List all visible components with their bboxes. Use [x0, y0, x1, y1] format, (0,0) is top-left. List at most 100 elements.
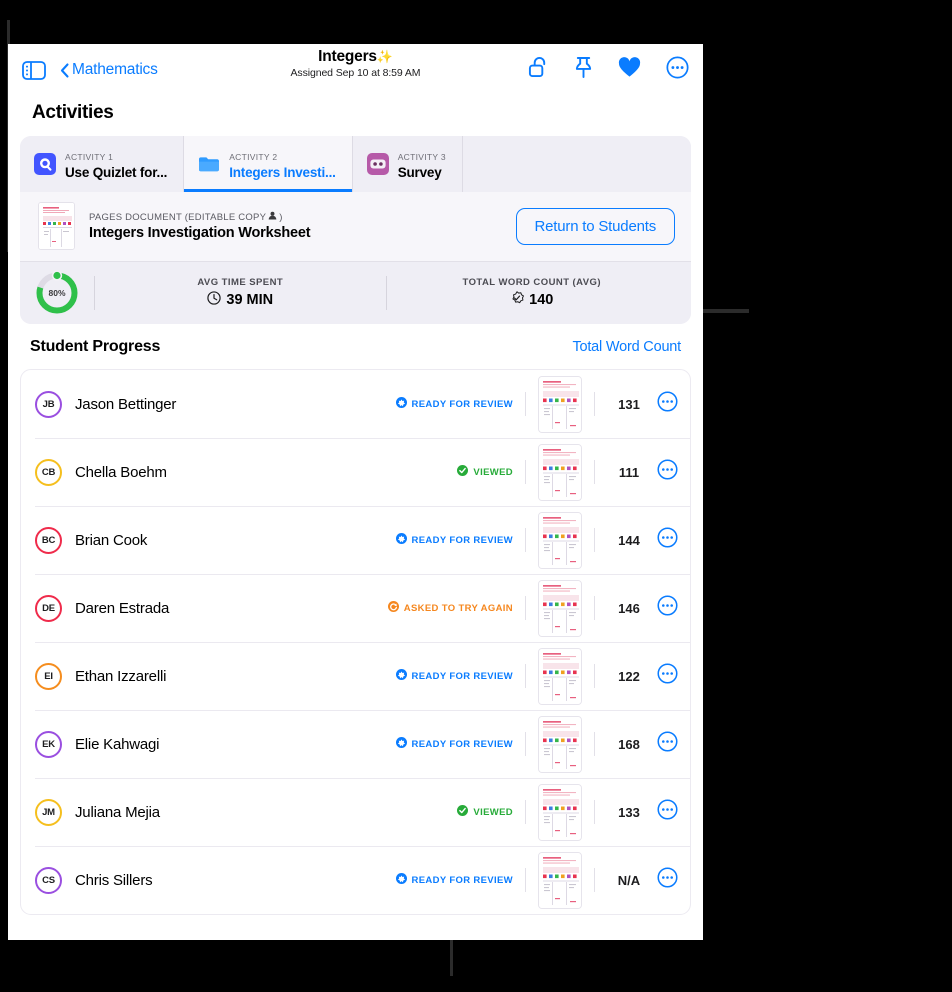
row-more-options-button[interactable] [657, 799, 678, 825]
row-more-options-button[interactable] [657, 867, 678, 893]
table-row-4[interactable]: EI Ethan Izzarelli READY FOR REVIEW 122 [21, 642, 690, 710]
status-icon [395, 669, 407, 683]
survey-icon [366, 153, 389, 175]
status-label: READY FOR REVIEW [411, 670, 513, 682]
chevron-left-icon [60, 62, 69, 78]
activity-tab-3-text: ACTIVITY 3 Survey [398, 147, 446, 181]
student-work-thumbnail[interactable] [538, 851, 582, 909]
row-divider-left [525, 868, 526, 892]
activity-tab-1[interactable]: ACTIVITY 1 Use Quizlet for... [20, 136, 185, 192]
row-more-options-button[interactable] [657, 391, 678, 417]
folder-icon [198, 153, 220, 175]
word-count-value: 144 [618, 532, 640, 548]
document-thumbnail[interactable] [38, 202, 75, 250]
activity-tab-3-label: Survey [397, 165, 442, 181]
row-divider-right [594, 800, 595, 824]
status-label: ASKED TO TRY AGAIN [403, 602, 513, 614]
status-label: READY FOR REVIEW [411, 874, 513, 886]
table-row-6[interactable]: JM Juliana Mejia VIEWED 133 [21, 778, 690, 846]
more-circle-icon[interactable] [666, 56, 689, 84]
document-kicker: PAGES DOCUMENT (EDITABLE COPY ) [89, 211, 310, 223]
screenshot-root: Mathematics Integers✨ Assigned Sep 10 at… [0, 0, 952, 992]
student-name: Chella Boehm [75, 463, 167, 481]
student-name: Elie Kahwagi [75, 735, 160, 753]
activity-tab-1-kicker: ACTIVITY 1 [65, 152, 114, 163]
activity-tab-2[interactable]: ACTIVITY 2 Integers Investi... [184, 136, 353, 192]
status-badge: ASKED TO TRY AGAIN [387, 601, 513, 615]
stat-total-word-count: TOTAL WORD COUNT (AVG) 140 [387, 277, 678, 309]
student-work-thumbnail[interactable] [538, 783, 582, 841]
student-work-thumbnail[interactable] [538, 579, 582, 637]
status-badge: VIEWED [457, 465, 513, 479]
avatar: CB [35, 458, 62, 486]
word-count-value: 133 [618, 804, 640, 820]
row-divider-left [525, 800, 526, 824]
unlock-icon[interactable] [528, 56, 549, 84]
table-row-1[interactable]: CB Chella Boehm VIEWED 111 [21, 438, 690, 506]
activities-section-title: Activities [32, 102, 114, 123]
row-divider-right [594, 528, 595, 552]
table-row-0[interactable]: JB Jason Bettinger READY FOR REVIEW 131 [21, 370, 690, 438]
document-kicker-text: PAGES DOCUMENT (EDITABLE COPY [89, 211, 267, 223]
clock-icon [207, 291, 222, 309]
total-word-count-sort-link[interactable]: Total Word Count [572, 339, 681, 355]
navbar-actions [528, 56, 689, 84]
document-meta: PAGES DOCUMENT (EDITABLE COPY ) Integers… [89, 211, 311, 242]
sidebar-icon[interactable] [22, 60, 46, 80]
navigation-bar: Mathematics Integers✨ Assigned Sep 10 at… [8, 44, 703, 96]
word-count-value: 111 [618, 464, 640, 480]
student-work-thumbnail[interactable] [538, 715, 582, 773]
row-more-options-button[interactable] [657, 663, 678, 689]
document-row: PAGES DOCUMENT (EDITABLE COPY ) Integers… [20, 192, 691, 262]
pin-icon[interactable] [574, 56, 593, 84]
stat-avg-time-spent: AVG TIME SPENT 39 MIN [95, 277, 386, 309]
row-divider-right [594, 596, 595, 620]
activity-tab-2-kicker: ACTIVITY 2 [229, 152, 278, 163]
activity-tab-2-label: Integers Investi... [229, 165, 336, 181]
status-icon [395, 533, 407, 547]
row-divider-left [525, 664, 526, 688]
page-title-text: Integers [318, 48, 377, 65]
row-divider-right [594, 392, 595, 416]
status-icon [387, 601, 399, 615]
avatar: JM [35, 798, 62, 826]
student-name: Daren Estrada [75, 599, 170, 617]
status-label: READY FOR REVIEW [411, 534, 513, 546]
activity-tabs-filler [463, 136, 691, 192]
table-row-3[interactable]: DE Daren Estrada ASKED TO TRY AGAIN 146 [21, 574, 690, 642]
student-work-thumbnail[interactable] [538, 443, 582, 501]
stat-word-count-value: 140 [529, 292, 554, 308]
return-to-students-button[interactable]: Return to Students [515, 207, 675, 245]
student-work-thumbnail[interactable] [538, 511, 582, 569]
row-divider-right [594, 732, 595, 756]
back-button[interactable]: Mathematics [60, 61, 158, 79]
student-progress-header: Student Progress Total Word Count [8, 324, 703, 369]
table-row-7[interactable]: CS Chris Sillers READY FOR REVIEW N/A [21, 846, 690, 914]
stats-row: 80% AVG TIME SPENT 39 MIN TOTAL WORD COU… [20, 262, 691, 324]
row-more-options-button[interactable] [657, 731, 678, 757]
status-badge: READY FOR REVIEW [395, 669, 514, 683]
row-more-options-button[interactable] [657, 527, 678, 553]
word-count-value: N/A [617, 872, 641, 888]
document-kicker-close: ) [279, 211, 283, 223]
table-row-5[interactable]: EK Elie Kahwagi READY FOR REVIEW 168 [21, 710, 690, 778]
row-more-options-button[interactable] [657, 595, 678, 621]
sparkle-icon: ✨ [376, 49, 393, 64]
student-list: JB Jason Bettinger READY FOR REVIEW 131 … [20, 369, 691, 915]
activity-tab-1-label: Use Quizlet for... [65, 165, 168, 181]
activity-card: ACTIVITY 1 Use Quizlet for... ACTIVITY 2… [20, 136, 691, 324]
avatar: DE [35, 594, 62, 622]
row-divider-right [594, 460, 595, 484]
stat-avg-time-label: AVG TIME SPENT [197, 277, 284, 288]
activity-tabs: ACTIVITY 1 Use Quizlet for... ACTIVITY 2… [20, 136, 691, 192]
status-badge: READY FOR REVIEW [395, 873, 514, 887]
row-more-options-button[interactable] [657, 459, 678, 485]
row-divider-left [525, 732, 526, 756]
table-row-2[interactable]: BC Brian Cook READY FOR REVIEW 144 [21, 506, 690, 574]
navbar-left-group: Mathematics [22, 60, 158, 80]
heart-icon[interactable] [618, 57, 641, 83]
activity-tab-3[interactable]: ACTIVITY 3 Survey [353, 136, 463, 192]
student-work-thumbnail[interactable] [538, 647, 582, 705]
avatar: CS [35, 866, 62, 894]
student-work-thumbnail[interactable] [538, 375, 582, 433]
